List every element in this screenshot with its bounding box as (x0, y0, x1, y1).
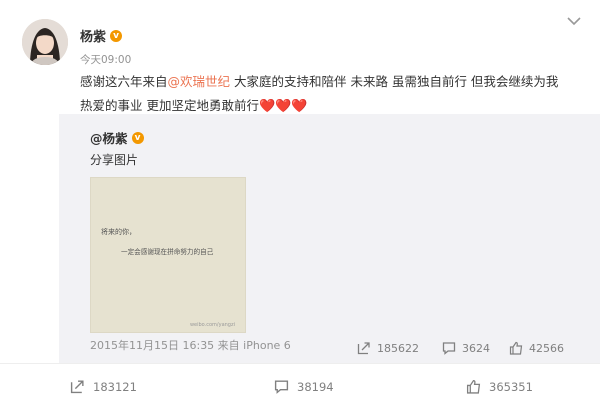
original-meta[interactable]: 2015年11月15日 16:35 来自 iPhone 6 (90, 337, 291, 353)
username-label[interactable]: 杨紫 (80, 26, 106, 45)
post-text: 感谢这六年来自@欢瑞世纪 大家庭的支持和陪伴 未来路 虽需独自前行 但我会继续为… (80, 70, 585, 119)
original-like-button[interactable]: 42566 (509, 341, 564, 355)
post-author[interactable]: 杨紫 v (80, 26, 123, 45)
thumbs-up-icon (466, 379, 481, 394)
comment-icon (274, 380, 289, 394)
post-text-line1: 大家庭的支持和陪伴 未来路 虽需独自前行 但我会继续为我 (230, 74, 559, 89)
original-text: 分享图片 (90, 153, 139, 167)
image-text-line2: 一定会感谢现在拼命努力的自己 (121, 248, 214, 256)
post-time[interactable]: 今天09:00 (80, 52, 131, 67)
original-comment-count: 3624 (462, 341, 490, 355)
repost-icon (357, 342, 370, 355)
footer-like-button[interactable]: 365351 (466, 379, 533, 394)
post-text-start: 感谢这六年来自 (80, 74, 168, 89)
mention-link[interactable]: @欢瑞世纪 (168, 74, 231, 89)
image-text-line1: 将来的你， (101, 228, 136, 236)
vip-badge-icon: v (110, 29, 123, 42)
footer-repost-count: 183121 (93, 379, 137, 394)
original-comment-button[interactable]: 3624 (442, 341, 490, 355)
avatar-image (22, 19, 68, 65)
footer-like-count: 365351 (489, 379, 533, 394)
footer-comment-count: 38194 (297, 379, 334, 394)
avatar[interactable] (22, 19, 68, 65)
post-text-line2: 热爱的事业 更加坚定地勇敢前行 (80, 98, 259, 113)
image-watermark: weibo.com/yangzi (189, 322, 235, 328)
vip-badge-icon: v (131, 131, 144, 144)
chevron-down-icon[interactable] (566, 14, 582, 28)
footer-repost-button[interactable]: 183121 (70, 379, 137, 394)
heart-emojis: ❤️❤️❤️ (258, 99, 308, 114)
repost-icon (70, 380, 84, 394)
footer-comment-button[interactable]: 38194 (274, 379, 334, 394)
original-repost-button[interactable]: 185622 (357, 341, 419, 355)
comment-icon (442, 342, 456, 355)
original-author-label[interactable]: @杨紫 (90, 128, 128, 147)
original-repost-count: 185622 (377, 341, 419, 355)
thumbs-up-icon (509, 341, 523, 355)
original-author[interactable]: @杨紫 v (90, 128, 144, 147)
shared-image[interactable]: 将来的你， 一定会感谢现在拼命努力的自己 weibo.com/yangzi (90, 177, 246, 333)
footer-divider (0, 363, 600, 364)
original-like-count: 42566 (529, 341, 564, 355)
